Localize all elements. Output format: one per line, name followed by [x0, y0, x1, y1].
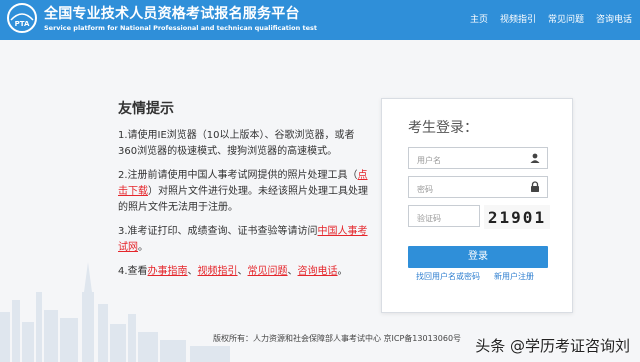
notice-item1-text: 1.请使用IE浏览器（10以上版本）、谷歌浏览器，或者360浏览器的极速模式、搜…: [118, 130, 355, 157]
notice-item-browser: 1.请使用IE浏览器（10以上版本）、谷歌浏览器，或者360浏览器的极速模式、搜…: [118, 128, 370, 160]
video-guide-link[interactable]: 视频指引: [198, 266, 238, 277]
separator: 、: [237, 266, 248, 277]
captcha-input[interactable]: [409, 208, 475, 229]
login-title: 考生登录：: [408, 120, 478, 136]
notice-item2-text-a: 2.注册前请使用中国人事考试网提供的照片处理工具（: [118, 170, 358, 181]
guide-link[interactable]: 办事指南: [148, 266, 188, 277]
notice-item3-text-a: 3.准考证打印、成绩查询、证书查验等请访问: [118, 226, 318, 237]
username-input[interactable]: [409, 150, 519, 171]
notice-item-links: 4.查看办事指南、视频指引、常见问题、咨询电话。: [118, 264, 370, 280]
separator: 、: [187, 266, 198, 277]
site-subtitle: Service platform for National Profession…: [44, 24, 317, 32]
source-watermark: 头条 @学历考证咨询刘: [475, 337, 630, 355]
captcha-field: [408, 205, 480, 229]
notice-item-cpta: 3.准考证打印、成绩查询、证书查验等请访问中国人事考试网。: [118, 224, 370, 256]
top-nav: 主页 视频指引 常见问题 咨询电话: [458, 12, 632, 25]
nav-hotline[interactable]: 咨询电话: [596, 12, 632, 25]
top-header: PTA 全国专业技术人员资格考试报名服务平台 Service platform …: [0, 0, 640, 40]
notice-item4-end: 。: [337, 266, 348, 277]
login-button[interactable]: 登录: [408, 246, 548, 268]
notice-item3-text-b: 。: [138, 242, 148, 253]
faq-link[interactable]: 常见问题: [248, 266, 288, 277]
register-link[interactable]: 新用户注册: [494, 271, 534, 282]
lock-icon: [531, 181, 539, 192]
copyright-footer: 版权所有：人力资源和社会保障部人事考试中心 京ICP备13013060号: [213, 334, 462, 343]
nav-video-guide[interactable]: 视频指引: [500, 12, 536, 25]
user-icon: [530, 153, 540, 163]
separator: 、: [287, 266, 298, 277]
password-input[interactable]: [409, 179, 519, 200]
login-card: 考生登录： 21901 登录 找回用户名或密码 新用户注册: [381, 98, 573, 313]
notice-title: 友情提示: [118, 101, 174, 117]
nav-faq[interactable]: 常见问题: [548, 12, 584, 25]
hotline-link[interactable]: 咨询电话: [298, 266, 338, 277]
notice-item-photo-tool: 2.注册前请使用中国人事考试网提供的照片处理工具（点击下载）对照片文件进行处理。…: [118, 168, 370, 216]
pta-logo-icon: PTA: [7, 3, 37, 33]
forgot-credentials-link[interactable]: 找回用户名或密码: [416, 271, 480, 282]
username-field: [408, 147, 548, 171]
password-field: [408, 176, 548, 200]
nav-home[interactable]: 主页: [470, 12, 488, 25]
logo-text: PTA: [15, 20, 30, 28]
notice-panel: 友情提示 1.请使用IE浏览器（10以上版本）、谷歌浏览器，或者360浏览器的极…: [118, 98, 370, 288]
site-title: 全国专业技术人员资格考试报名服务平台: [44, 6, 300, 22]
notice-item4-text-a: 4.查看: [118, 266, 148, 277]
captcha-image[interactable]: 21901: [484, 205, 550, 229]
notice-item2-text-b: ）对照片文件进行处理。未经该照片处理工具处理的照片文件无法用于注册。: [118, 186, 368, 213]
